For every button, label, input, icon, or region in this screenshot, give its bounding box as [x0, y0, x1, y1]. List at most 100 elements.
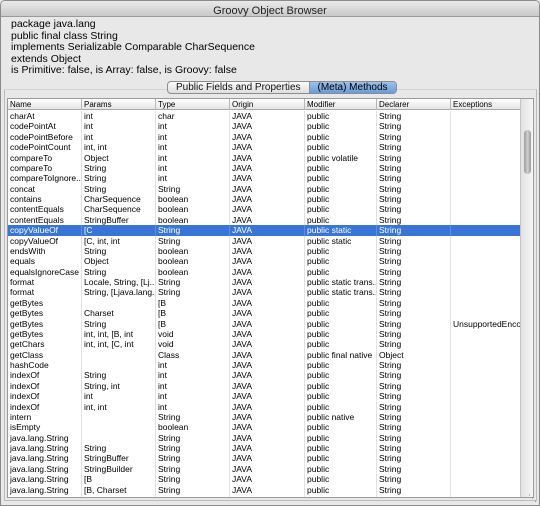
table-row[interactable]: concat String String JAVA public String [8, 183, 522, 194]
cell-exceptions [451, 484, 522, 495]
cell-name: charAt [8, 111, 82, 122]
cell-type: String [156, 484, 230, 495]
cell-modifier: public [305, 484, 377, 495]
table-row[interactable]: endsWith String boolean JAVA public String [8, 245, 522, 257]
table-row[interactable]: equalsIgnoreCase String boolean JAVA public S… [8, 266, 522, 277]
cell-name: format [8, 277, 82, 288]
cell-origin: JAVA [230, 443, 305, 454]
table-row[interactable]: java.lang.String StringBuffer String JAVA pu… [8, 453, 522, 464]
resize-grip-icon[interactable]: ⋱ [527, 493, 537, 503]
table-row[interactable]: getBytes int, int, [B, int void JAVA public S… [8, 328, 522, 340]
table-row[interactable]: compareToIgnore... String int JAVA public Str… [8, 173, 522, 184]
cell-modifier: public [305, 245, 377, 257]
table-row[interactable]: java.lang.String String JAVA public String [8, 432, 522, 443]
table-row[interactable]: indexOf int int JAVA public String [8, 391, 522, 402]
cell-modifier: public [305, 142, 377, 153]
table-row[interactable]: getBytes [B JAVA public String [8, 297, 522, 309]
scrollbar-thumb[interactable] [524, 130, 531, 174]
cell-type: String [156, 277, 230, 288]
cell-params: String [82, 173, 156, 184]
column-header-name[interactable]: Name [8, 99, 82, 110]
table-row[interactable]: contains CharSequence boolean JAVA public Str… [8, 194, 522, 205]
cell-exceptions [451, 121, 522, 132]
table-row[interactable]: equals Object boolean JAVA public String [8, 256, 522, 267]
column-header-origin[interactable]: Origin [230, 99, 305, 110]
table-row[interactable]: getBytes Charset [B JAVA public String [8, 308, 522, 319]
table-row[interactable]: indexOf int, int int JAVA public String [8, 401, 522, 412]
column-header-type[interactable]: Type [156, 99, 230, 110]
cell-type: String [156, 443, 230, 454]
cell-params: [B [82, 474, 156, 485]
cell-params: [C [82, 225, 156, 236]
cell-declarer: String [377, 277, 451, 288]
table-row[interactable]: isEmpty boolean JAVA public String [8, 422, 522, 433]
cell-modifier: public [305, 183, 377, 194]
cell-declarer: String [377, 142, 451, 153]
cell-exceptions: UnsupportedEnco... [451, 494, 522, 497]
cell-name: hashCode [8, 360, 82, 371]
cell-name: java.lang.String [8, 432, 82, 443]
cell-declarer: String [377, 453, 451, 464]
column-header-exceptions[interactable]: Exceptions [451, 99, 522, 110]
cell-type: int [156, 401, 230, 412]
cell-name: compareTo [8, 152, 82, 163]
table-row[interactable]: contentEquals StringBuffer boolean JAVA publ… [8, 214, 522, 226]
cell-origin: JAVA [230, 308, 305, 319]
cell-params: CharSequence [82, 194, 156, 205]
cell-origin: JAVA [230, 152, 305, 163]
cell-type: boolean [156, 204, 230, 215]
table-row[interactable]: intern String JAVA public native String [8, 411, 522, 423]
tab-meta-methods[interactable]: (Meta) Methods [308, 82, 396, 93]
cell-type: int [156, 360, 230, 371]
cell-params [82, 422, 156, 433]
column-header-declarer[interactable]: Declarer [377, 99, 451, 110]
table-row-selected[interactable]: copyValueOf [C String JAVA public static Stri… [8, 225, 522, 236]
cell-params: String [82, 443, 156, 454]
table-row[interactable]: compareTo String int JAVA public String [8, 162, 522, 174]
cell-name: java.lang.String [8, 443, 82, 454]
table-row[interactable]: format Locale, String, [Lj... String JAVA pu… [8, 277, 522, 288]
table-row[interactable]: java.lang.String [B String JAVA public String [8, 474, 522, 485]
cell-origin: JAVA [230, 245, 305, 257]
cell-name: compareToIgnore... [10, 173, 82, 184]
table-row[interactable]: getBytes String [B JAVA public String Unsuppor… [8, 318, 522, 329]
cell-params: int, int [82, 142, 156, 153]
cell-modifier: public [305, 463, 377, 475]
column-header-params[interactable]: Params [82, 99, 156, 110]
table-row[interactable]: charAt int char JAVA public String [8, 111, 522, 122]
cell-modifier: public [305, 297, 377, 309]
table-row[interactable]: codePointBefore int int JAVA public String [8, 131, 522, 143]
table-row[interactable]: java.lang.String[B, StringStringJAVApubl… [8, 494, 522, 497]
table-row[interactable]: indexOf String int JAVA public String [8, 370, 522, 381]
vertical-scrollbar[interactable] [520, 99, 533, 497]
column-header-modifier[interactable]: Modifier [305, 99, 377, 110]
tab-public-fields-and-properties[interactable]: Public Fields and Properties [168, 82, 309, 93]
table-row[interactable]: codePointCount int, int int JAVA public Strin… [8, 142, 522, 153]
cell-exceptions [451, 277, 522, 288]
table-row[interactable]: codePointAt int int JAVA public String [8, 121, 522, 132]
table-row[interactable]: format String, [Ljava.lang... String JAVA pu… [8, 287, 522, 298]
cell-declarer: String [377, 131, 451, 143]
cell-type: String [156, 225, 230, 236]
cell-declarer: String [377, 173, 451, 184]
title-bar[interactable]: Groovy Object Browser [1, 1, 539, 17]
table-row[interactable]: hashCode int JAVA public String [8, 360, 522, 371]
table-row[interactable]: indexOf String, int int JAVA public String [8, 380, 522, 392]
cell-exceptions [451, 370, 522, 381]
cell-exceptions [451, 235, 522, 246]
cell-exceptions [451, 287, 522, 298]
table-row[interactable]: java.lang.String [B, Charset String JAVA pub… [8, 484, 522, 495]
table-row[interactable]: getClass Class JAVA public final native Obje… [8, 349, 522, 360]
table-row[interactable]: getChars int, int, [C, int void JAVA public S… [8, 339, 522, 350]
cell-name: getChars [8, 339, 82, 350]
cell-modifier: public [305, 266, 377, 277]
cell-name: indexOf [8, 380, 82, 392]
table-row[interactable]: java.lang.String String String JAVA public St… [8, 443, 522, 454]
cell-name: equals [8, 256, 82, 267]
cell-origin: JAVA [230, 194, 305, 205]
table-row[interactable]: contentEquals CharSequence boolean JAVA publ… [8, 204, 522, 215]
table-row[interactable]: java.lang.String StringBuilder String JAVA p… [8, 463, 522, 475]
table-row[interactable]: copyValueOf [C, int, int String JAVA public … [8, 235, 522, 246]
table-row[interactable]: compareTo Object int JAVA public volatile Str… [8, 152, 522, 163]
cell-modifier: public static trans... [307, 277, 377, 288]
